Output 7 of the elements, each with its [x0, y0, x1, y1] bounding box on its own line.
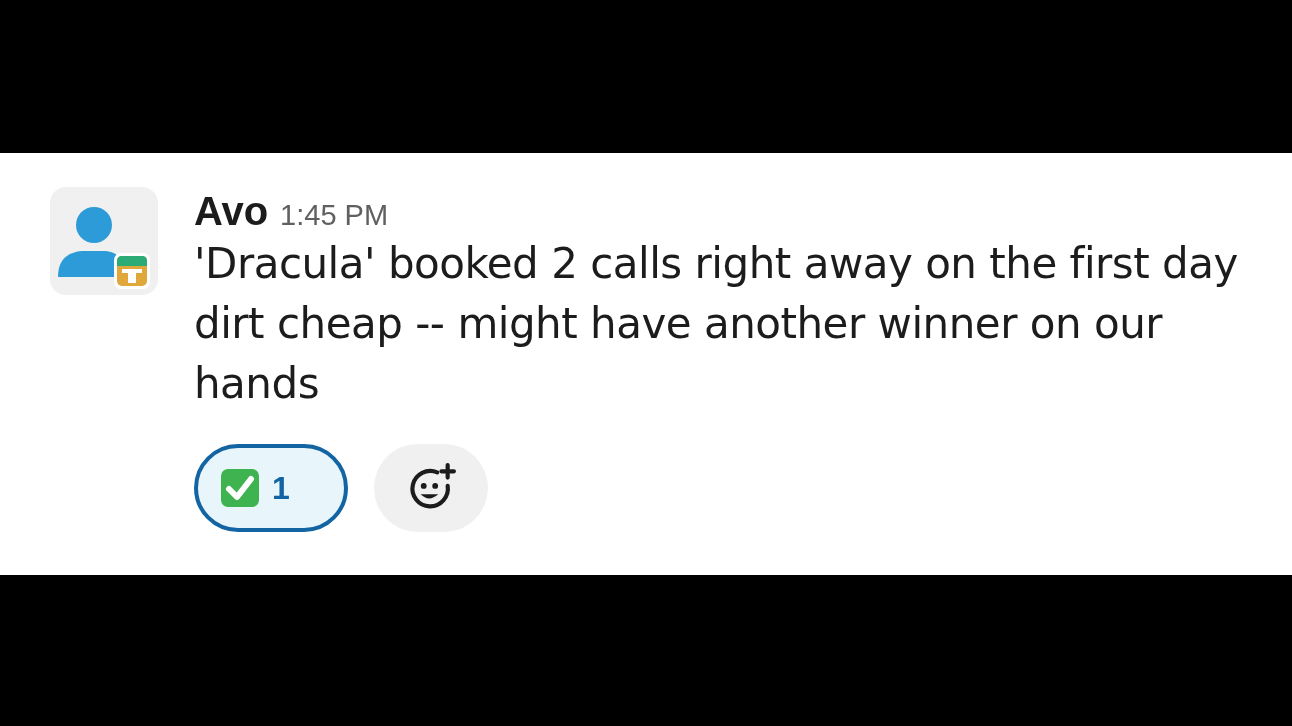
author-name[interactable]: Avo [194, 189, 269, 234]
message-text: 'Dracula' booked 2 calls right away on the first day dirt cheap -- might have another winner on our hands [194, 238, 1239, 410]
check-mark-icon [220, 468, 260, 508]
app-badge-icon [112, 251, 152, 291]
reaction-button[interactable]: 1 [194, 444, 348, 532]
avatar[interactable] [50, 187, 158, 295]
timestamp[interactable]: 1:45 PM [280, 199, 389, 232]
